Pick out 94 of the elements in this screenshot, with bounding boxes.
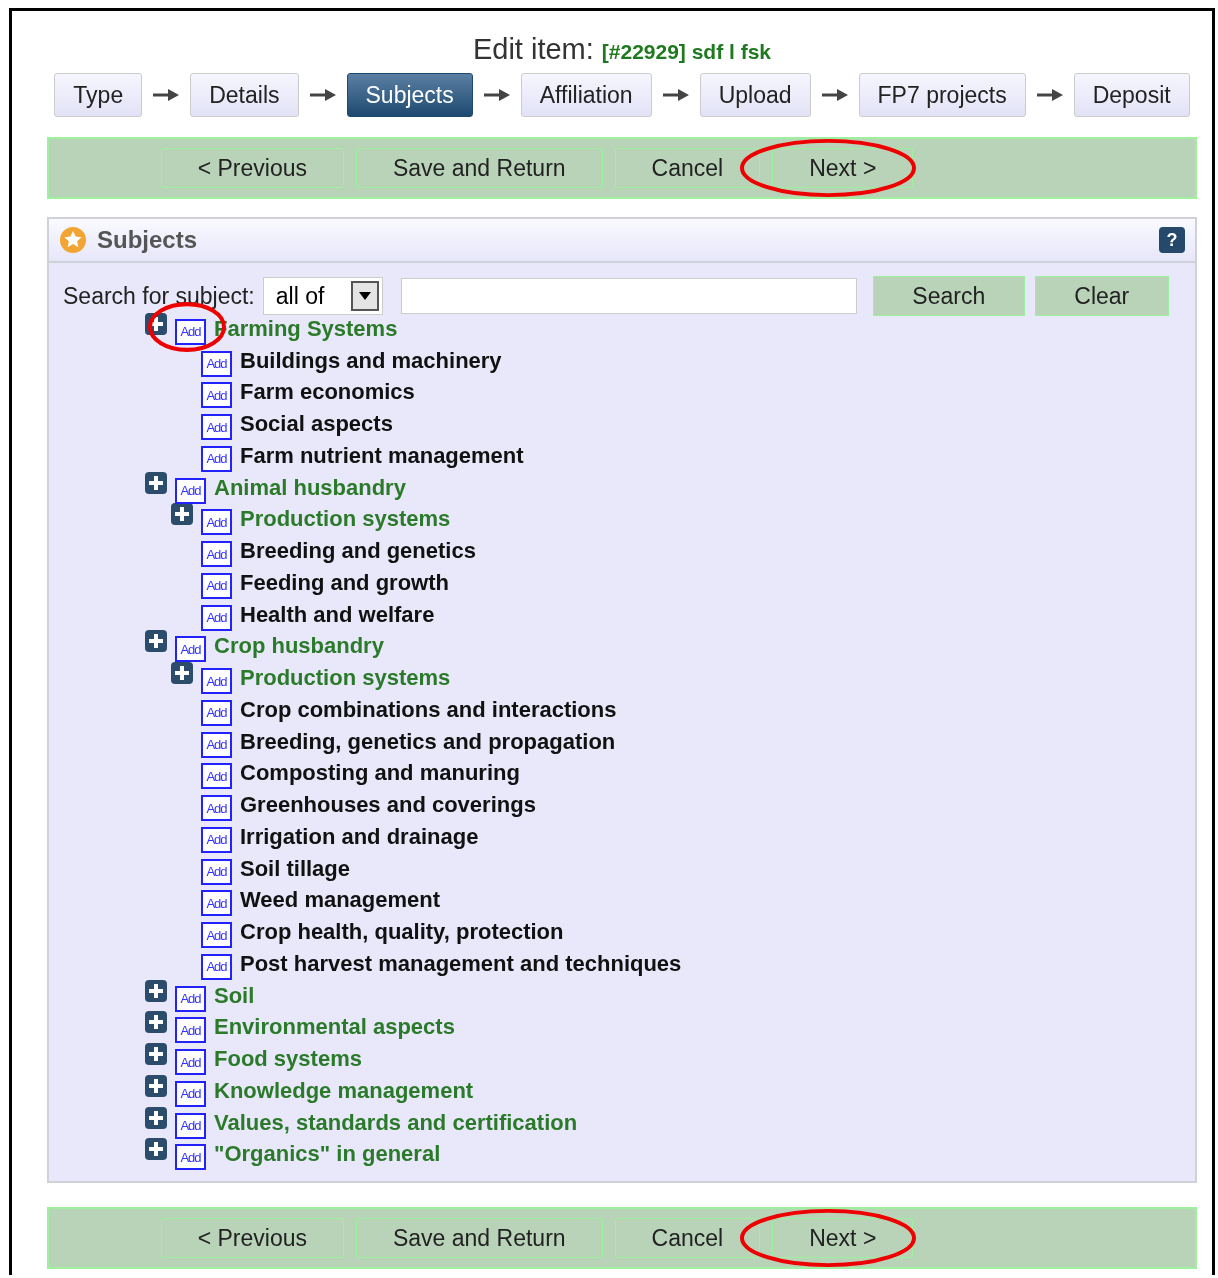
add-button[interactable]: Add <box>201 668 232 695</box>
expand-icon[interactable] <box>145 1011 167 1034</box>
search-label: Search for subject: <box>63 282 255 310</box>
page-title: Edit item: <box>472 33 594 66</box>
subject-item[interactable]: Soil <box>214 982 255 1009</box>
add-button[interactable]: Add <box>201 414 232 441</box>
expand-icon[interactable] <box>145 471 167 494</box>
add-button[interactable]: Add <box>201 699 232 726</box>
subject-item[interactable]: Production systems <box>240 665 451 692</box>
subject-item[interactable]: Values, standards and certification <box>214 1109 578 1136</box>
step-tab[interactable]: Upload <box>699 73 811 117</box>
action-button[interactable]: Next > <box>772 148 914 188</box>
add-button[interactable]: Add <box>201 731 232 758</box>
add-button[interactable]: Add <box>175 1112 206 1139</box>
add-button[interactable]: Add <box>201 953 232 980</box>
expand-icon[interactable] <box>145 1138 167 1161</box>
arrow-icon <box>661 88 690 102</box>
add-button[interactable]: Add <box>175 1080 206 1107</box>
add-button[interactable]: Add <box>201 795 232 822</box>
search-action-button[interactable]: Search <box>872 276 1025 316</box>
expand-icon[interactable] <box>145 630 167 653</box>
add-button[interactable]: Add <box>201 541 232 568</box>
search-action-button[interactable]: Clear <box>1034 276 1169 316</box>
add-button[interactable]: Add <box>175 985 206 1012</box>
subject-item[interactable]: Social aspects <box>240 411 393 438</box>
subject-item[interactable]: Buildings and machinery <box>240 347 502 374</box>
action-button[interactable]: Cancel <box>614 148 761 188</box>
step-tab[interactable]: Affiliation <box>520 73 652 117</box>
subject-item[interactable]: Composting and manuring <box>240 760 520 787</box>
subject-item[interactable]: Health and welfare <box>240 601 435 628</box>
subject-item[interactable]: Greenhouses and coverings <box>240 792 536 819</box>
add-button[interactable]: Add <box>201 572 232 599</box>
arrow-icon <box>482 88 511 102</box>
add-button[interactable]: Add <box>175 477 206 504</box>
step-tab[interactable]: Details <box>190 73 299 117</box>
add-button[interactable]: Add <box>175 1017 206 1044</box>
add-button[interactable]: Add <box>201 604 232 631</box>
arrow-icon <box>308 88 337 102</box>
arrow-icon <box>820 88 849 102</box>
expand-icon[interactable] <box>145 979 167 1002</box>
help-button[interactable]: ? <box>1159 227 1185 253</box>
add-button[interactable]: Add <box>201 350 232 377</box>
step-tab[interactable]: Deposit <box>1073 73 1190 117</box>
expand-icon[interactable] <box>171 662 193 685</box>
item-reference: [#22929] sdf l fsk <box>601 40 772 64</box>
action-button[interactable]: Cancel <box>614 1218 761 1258</box>
subject-item[interactable]: Weed management <box>240 887 441 914</box>
subject-item[interactable]: Knowledge management <box>214 1077 474 1104</box>
step-tab[interactable]: FP7 projects <box>858 73 1026 117</box>
add-button[interactable]: Add <box>201 826 232 853</box>
action-button[interactable]: Save and Return <box>355 148 603 188</box>
action-button[interactable]: Next > <box>772 1218 914 1258</box>
search-field[interactable] <box>400 278 857 314</box>
subject-item[interactable]: Breeding and genetics <box>240 538 476 565</box>
add-button[interactable]: Add <box>201 922 232 949</box>
add-button[interactable]: Add <box>175 318 206 345</box>
subject-item[interactable]: Food systems <box>214 1046 362 1073</box>
subject-item[interactable]: Feeding and growth <box>240 569 449 596</box>
expand-icon[interactable] <box>145 1043 167 1066</box>
add-button[interactable]: Add <box>201 890 232 917</box>
expand-icon[interactable] <box>145 1106 167 1129</box>
expand-icon[interactable] <box>145 1074 167 1097</box>
add-button[interactable]: Add <box>201 509 232 536</box>
subject-item[interactable]: Crop health, quality, protection <box>240 919 564 946</box>
subject-item[interactable]: Crop combinations and interactions <box>240 696 617 723</box>
subject-item[interactable]: Environmental aspects <box>214 1014 455 1041</box>
subject-item[interactable]: Soil tillage <box>240 855 351 882</box>
action-button[interactable]: Save and Return <box>355 1218 603 1258</box>
add-button[interactable]: Add <box>201 445 232 472</box>
subject-item[interactable]: Crop husbandry <box>214 633 384 660</box>
subject-item[interactable]: Production systems <box>240 506 451 533</box>
subject-item[interactable]: Animal husbandry <box>214 474 406 501</box>
subject-item[interactable]: Farm nutrient management <box>240 442 524 469</box>
add-button[interactable]: Add <box>175 1049 206 1076</box>
subject-item[interactable]: "Organics" in general <box>214 1141 441 1168</box>
subject-item[interactable]: Breeding, genetics and propagation <box>240 728 616 755</box>
subject-item[interactable]: Farm economics <box>240 379 415 406</box>
expand-icon[interactable] <box>171 503 193 526</box>
panel-title: Subjects <box>97 226 199 254</box>
add-button[interactable]: Add <box>175 636 206 663</box>
arrow-icon <box>1035 88 1064 102</box>
add-button[interactable]: Add <box>201 858 232 885</box>
action-button[interactable]: < Previous <box>160 1218 344 1258</box>
add-button[interactable]: Add <box>175 1144 206 1171</box>
mode-dropdown[interactable]: all of <box>262 277 383 315</box>
subject-item[interactable]: Irrigation and drainage <box>240 823 479 850</box>
action-button[interactable]: < Previous <box>160 148 344 188</box>
step-tab[interactable]: Type <box>54 73 143 117</box>
subject-item[interactable]: Post harvest management and techniques <box>240 950 682 977</box>
dropdown-arrow-icon <box>358 292 371 300</box>
arrow-icon <box>152 88 181 102</box>
add-button[interactable]: Add <box>201 382 232 409</box>
step-tab[interactable]: Subjects <box>346 73 473 117</box>
add-button[interactable]: Add <box>201 763 232 790</box>
